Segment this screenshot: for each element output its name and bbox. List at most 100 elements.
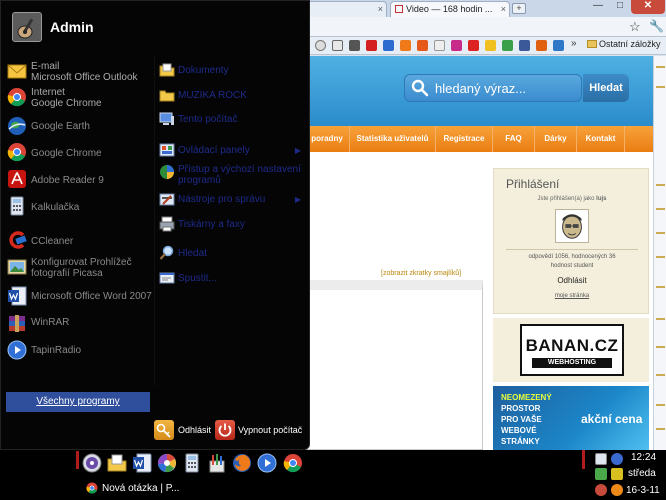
my-page-link[interactable]: moje stránka bbox=[494, 293, 650, 299]
logged-in-as: Jste přihlášen(a) jako lujs bbox=[494, 196, 650, 202]
chrome-icon[interactable] bbox=[283, 453, 303, 473]
admin-tools-icon bbox=[159, 193, 175, 206]
tray-icon[interactable] bbox=[595, 468, 607, 480]
menu-item-search[interactable]: Hledat bbox=[159, 245, 307, 261]
bookmark-icon[interactable] bbox=[536, 40, 547, 51]
calculator-icon bbox=[10, 196, 24, 216]
menu-item-google-chrome[interactable]: Google Chrome bbox=[7, 142, 152, 162]
menu-item-word[interactable]: Microsoft Office Word 2007 bbox=[7, 286, 157, 306]
browser-tab-video[interactable]: Video — 168 hodin ... × bbox=[390, 1, 510, 17]
nav-kontakt[interactable]: Kontakt bbox=[577, 126, 625, 152]
menu-item-my-computer[interactable]: Tento počítač bbox=[159, 111, 307, 127]
minimize-button[interactable]: — bbox=[587, 0, 609, 14]
documents-folder-icon bbox=[159, 63, 175, 77]
close-window-button[interactable]: ✕ bbox=[631, 0, 665, 14]
ad-webhosting[interactable]: NEOMEZENÝ PROSTOR PRO VAŠE WEBOVÉ STRÁNK… bbox=[493, 386, 649, 450]
search-button[interactable]: Hledat bbox=[583, 74, 629, 102]
bookmark-icon[interactable] bbox=[315, 40, 326, 51]
tray-icon[interactable] bbox=[611, 484, 623, 496]
youtube-icon[interactable] bbox=[366, 40, 377, 51]
username: lujs bbox=[596, 196, 607, 202]
menu-item-label: Nástroje pro správu bbox=[178, 194, 266, 205]
menu-item-email[interactable]: E-mail Microsoft Office Outlook bbox=[7, 61, 152, 83]
calculator-icon[interactable] bbox=[182, 453, 202, 473]
address-bar[interactable]: ☆ 🔧 bbox=[305, 17, 666, 37]
documents-folder-icon[interactable] bbox=[107, 453, 127, 473]
bookmark-icon[interactable] bbox=[349, 40, 360, 51]
maximize-button[interactable]: □ bbox=[609, 0, 631, 14]
ad-banan[interactable]: BANAN.CZ WEBHOSTING bbox=[520, 324, 624, 376]
tapinradio-icon bbox=[7, 340, 27, 360]
bookmark-icon[interactable] bbox=[417, 40, 428, 51]
menu-item-program-access[interactable]: Přístup a výchozí nastavení programů bbox=[159, 164, 307, 188]
menu-item-documents[interactable]: Dokumenty bbox=[159, 62, 307, 78]
mail-tray-icon[interactable] bbox=[595, 453, 607, 465]
menu-item-google-earth[interactable]: Google Earth bbox=[7, 116, 152, 136]
search-icon bbox=[411, 79, 429, 97]
bookmarks-more-chevron[interactable]: » bbox=[571, 38, 577, 49]
menu-item-internet[interactable]: Internet Google Chrome bbox=[7, 87, 152, 109]
bookmark-icon[interactable] bbox=[468, 40, 479, 51]
bookmark-icon[interactable] bbox=[553, 40, 564, 51]
menu-item-adobe-reader[interactable]: Adobe Reader 9 bbox=[7, 169, 152, 189]
nav-faq[interactable]: FAQ bbox=[493, 126, 535, 152]
bookmark-icon[interactable] bbox=[400, 40, 411, 51]
nav-darky[interactable]: Dárky bbox=[535, 126, 577, 152]
clock-date: 16-3-11 bbox=[626, 485, 660, 496]
picasa-icon[interactable] bbox=[157, 453, 177, 473]
bookmark-icon[interactable] bbox=[502, 40, 513, 51]
bookmark-icon[interactable] bbox=[332, 40, 343, 51]
word-icon[interactable] bbox=[132, 453, 152, 473]
menu-item-control-panel[interactable]: Ovládací panely ▶ bbox=[159, 142, 307, 158]
menu-item-run[interactable]: Spustit... bbox=[159, 270, 307, 286]
bookmark-icon[interactable] bbox=[383, 40, 394, 51]
menu-item-muzika-rock[interactable]: MUZIKA ROCK bbox=[159, 87, 307, 103]
clock-time[interactable]: 12:24 bbox=[631, 452, 656, 463]
nav-poradny[interactable]: poradny bbox=[305, 126, 350, 152]
paint-icon[interactable] bbox=[207, 453, 227, 473]
answer-editor[interactable] bbox=[305, 280, 483, 450]
menu-item-label: Google Chrome bbox=[31, 148, 102, 159]
picasa-photo-icon bbox=[7, 259, 27, 275]
nav-statistika[interactable]: Statistika uživatelů bbox=[350, 126, 436, 152]
bookmark-icon[interactable] bbox=[434, 40, 445, 51]
user-avatar[interactable] bbox=[12, 12, 42, 42]
nav-registrace[interactable]: Registrace bbox=[436, 126, 493, 152]
avatar[interactable] bbox=[555, 209, 589, 243]
tapinradio-icon[interactable] bbox=[257, 453, 277, 473]
wrench-icon[interactable]: 🔧 bbox=[649, 19, 664, 33]
site-nav: poradny Statistika uživatelů Registrace … bbox=[305, 126, 653, 152]
browser-tab[interactable]: × bbox=[305, 1, 387, 17]
facebook-icon[interactable] bbox=[519, 40, 530, 51]
network-tray-icon[interactable] bbox=[611, 453, 623, 465]
bookmark-star-icon[interactable]: ☆ bbox=[629, 19, 641, 35]
avatar-face-icon bbox=[556, 210, 588, 242]
other-bookmarks-folder[interactable]: Ostatní záložky bbox=[587, 39, 661, 49]
bookmark-icon[interactable] bbox=[451, 40, 462, 51]
menu-item-picasa[interactable]: Konfigurovat Prohlížeč fotografií Picasa bbox=[7, 257, 157, 281]
antivirus-tray-icon[interactable] bbox=[595, 484, 607, 496]
menu-item-calculator[interactable]: Kalkulačka bbox=[7, 196, 152, 218]
scrollbar[interactable] bbox=[653, 56, 666, 450]
site-search-input[interactable]: hledaný výraz... bbox=[404, 74, 582, 102]
show-emoticons-link[interactable]: [zobrazit zkratky smajlíků] bbox=[381, 270, 461, 277]
login-panel: Přihlášení Jste přihlášen(a) jako lujs o… bbox=[493, 168, 649, 314]
menu-item-tapinradio[interactable]: TapinRadio bbox=[7, 340, 152, 360]
menu-item-label: Microsoft Office Word 2007 bbox=[31, 291, 152, 302]
new-tab-button[interactable]: + bbox=[512, 3, 526, 14]
close-tab-icon[interactable]: × bbox=[378, 4, 383, 14]
firefox-icon[interactable] bbox=[232, 453, 252, 473]
volume-tray-icon[interactable] bbox=[611, 468, 623, 480]
bookmark-icon[interactable] bbox=[485, 40, 496, 51]
close-tab-icon[interactable]: × bbox=[501, 4, 506, 14]
user-name: Admin bbox=[50, 19, 94, 35]
all-programs-button[interactable]: Všechny programy bbox=[6, 392, 150, 412]
logout-link[interactable]: Odhlásit bbox=[494, 276, 650, 285]
menu-item-admin-tools[interactable]: Nástroje pro správu ▶ bbox=[159, 191, 307, 207]
ad2-line: PRO VAŠE bbox=[501, 415, 542, 424]
winrar-icon bbox=[9, 315, 25, 332]
menu-item-printers[interactable]: Tiskárny a faxy bbox=[159, 216, 307, 232]
menu-item-ccleaner[interactable]: CCleaner bbox=[7, 230, 152, 250]
menu-item-winrar[interactable]: WinRAR bbox=[7, 313, 152, 333]
dvd-icon[interactable] bbox=[82, 453, 102, 473]
